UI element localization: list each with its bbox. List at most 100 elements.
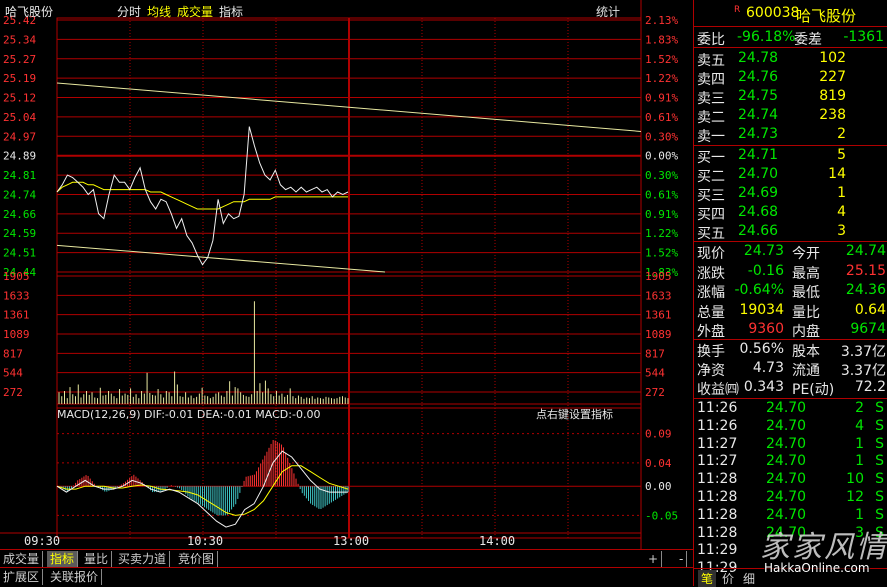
stat-value: -0.64%	[734, 282, 784, 298]
buy-label: 买五	[697, 226, 725, 242]
chart-menu-2[interactable]: 成交量	[177, 5, 213, 19]
indicator-tab-1[interactable]: 指标	[47, 551, 79, 567]
buy-label: 买三	[697, 188, 725, 204]
fund-row: 净资 4.73 流通 3.37亿	[694, 360, 887, 379]
price-ytick-left: 25.34	[3, 33, 36, 46]
sell-label: 卖四	[697, 72, 725, 88]
stat-row: 总量 19034 量比 0.64	[694, 302, 887, 321]
chart-menu: 分时 均线 成交量 指标	[117, 3, 249, 20]
stat-label: 外盘	[697, 324, 725, 340]
buy-volume: 3	[837, 223, 846, 239]
buy-label: 买四	[697, 207, 725, 223]
intraday-chart[interactable]: 25.42 2.13%25.34 1.83%25.27 1.52%25.19 1.22%…	[0, 0, 693, 549]
volume-ytick-right: 1361	[645, 309, 672, 322]
stat-label: 涨跌	[697, 265, 725, 282]
stat-value: 24.74	[845, 243, 886, 259]
volume-ytick-left: 1361	[3, 309, 30, 322]
chart-menu-3[interactable]: 指标	[219, 5, 243, 19]
fund-label: PE(动)	[792, 382, 835, 398]
tick-side: S	[875, 506, 884, 523]
indicator-tab-2[interactable]: 量比	[81, 551, 113, 567]
trend-line-lower	[56, 244, 386, 273]
watermark-logo: 家家风情	[760, 530, 887, 565]
quote-tab-0[interactable]: 笔	[698, 570, 717, 587]
r-mark: R	[734, 5, 741, 15]
extension-tab-0[interactable]: 扩展区	[0, 569, 44, 585]
sell-volume: 819	[819, 88, 846, 104]
tick-side: S	[875, 489, 884, 505]
stats-button[interactable]: 统计	[596, 3, 620, 20]
sell-label: 卖二	[697, 110, 725, 126]
stat-value: -0.16	[747, 262, 784, 279]
zoom-out-button[interactable]: -	[676, 551, 688, 567]
zoom-in-button[interactable]: +	[645, 551, 663, 567]
tick-volume: 10	[846, 471, 864, 488]
chart-menu-0[interactable]: 分时	[117, 5, 141, 19]
price-ytick-right: 1.22%	[645, 72, 678, 85]
tick-price: 24.70	[766, 435, 807, 452]
tick-row: 11:28 24.70 10 S	[694, 471, 887, 489]
price-ytick-right: 1.52%	[645, 247, 678, 260]
stat-row: 现价 24.73 今开 24.74	[694, 243, 887, 262]
sell-price: 24.78	[738, 50, 779, 66]
stat-value: 9360	[748, 321, 784, 337]
sell-label: 卖三	[697, 91, 725, 107]
sell-label: 卖一	[697, 129, 725, 145]
price-ytick-left: 24.81	[3, 169, 36, 182]
tick-row: 11:26 24.70 2 S	[694, 400, 887, 418]
tick-side: S	[875, 417, 884, 434]
tick-side: S	[875, 435, 884, 452]
quote-tab-2[interactable]: 细	[740, 570, 758, 587]
price-ytick-right: 0.91%	[645, 208, 678, 221]
buy-label: 买二	[697, 169, 725, 185]
tick-volume: 12	[846, 489, 864, 505]
tick-price: 24.70	[766, 417, 807, 434]
extension-tab-1[interactable]: 关联报价	[47, 569, 103, 585]
stat-value: 24.36	[845, 282, 886, 298]
volume-ytick-left: 817	[3, 347, 23, 360]
stat-label: 现价	[697, 246, 725, 262]
volume-ytick-left: 1089	[3, 328, 30, 341]
tick-time: 11:27	[697, 435, 738, 452]
time-xtick: 10:30	[187, 534, 223, 548]
tick-time: 11:28	[697, 471, 738, 488]
price-ytick-left: 24.97	[3, 130, 36, 143]
stat-row: 涨幅 -0.64% 最低 24.36	[694, 282, 887, 301]
sell-price: 24.75	[738, 88, 779, 104]
volume-ytick-right: 544	[645, 367, 665, 380]
time-xtick: 14:00	[479, 534, 515, 548]
tick-row: 11:27 24.70 1 S	[694, 453, 887, 471]
tick-volume: 1	[855, 506, 864, 523]
tick-price: 24.70	[766, 489, 807, 505]
price-ytick-right: 0.30%	[645, 130, 678, 143]
macd-title: MACD(12,26,9) DIF:-0.01 DEA:-0.01 MACD:-…	[57, 408, 320, 421]
buy-row-5: 买五 24.66 3	[694, 223, 887, 242]
fund-label: 流通	[792, 363, 820, 379]
quote-divider	[694, 26, 887, 27]
price-ytick-left: 25.12	[3, 92, 36, 105]
indicator-tab-3[interactable]: 买卖力道	[115, 551, 171, 567]
macd-ytick: -0.05	[645, 509, 678, 522]
stock-code: 600038	[746, 5, 800, 21]
volume-ytick-right: 1089	[645, 328, 672, 341]
tick-time: 11:29	[697, 542, 738, 559]
stat-row: 外盘 9360 内盘 9674	[694, 321, 887, 340]
price-ytick-left: 25.19	[3, 72, 36, 85]
volume-ytick-right: 1905	[645, 270, 672, 283]
chart-menu-1[interactable]: 均线	[147, 5, 171, 19]
macd-ytick: 0.04	[645, 457, 672, 470]
price-ytick-left: 24.59	[3, 227, 36, 240]
fund-value: 72.2	[854, 379, 886, 395]
indicator-tabs: 成交量 指标 量比 买卖力道 竞价图 + -	[0, 549, 693, 568]
indicator-tab-0[interactable]: 成交量	[0, 551, 44, 567]
price-ytick-left: 24.74	[3, 188, 36, 201]
sell-volume: 2	[837, 126, 846, 142]
fund-value: 3.37亿	[840, 344, 886, 360]
stock-name: 哈飞股份	[796, 7, 857, 25]
indicator-tab-4[interactable]: 竞价图	[175, 551, 219, 567]
quote-tab-1[interactable]: 价	[719, 570, 737, 587]
price-ytick-right: 1.83%	[645, 33, 678, 46]
fund-row: 换手 0.56% 股本 3.37亿	[694, 341, 887, 360]
sell-row-5: 卖五 24.78 102	[694, 50, 887, 69]
tick-time: 11:26	[697, 400, 738, 416]
